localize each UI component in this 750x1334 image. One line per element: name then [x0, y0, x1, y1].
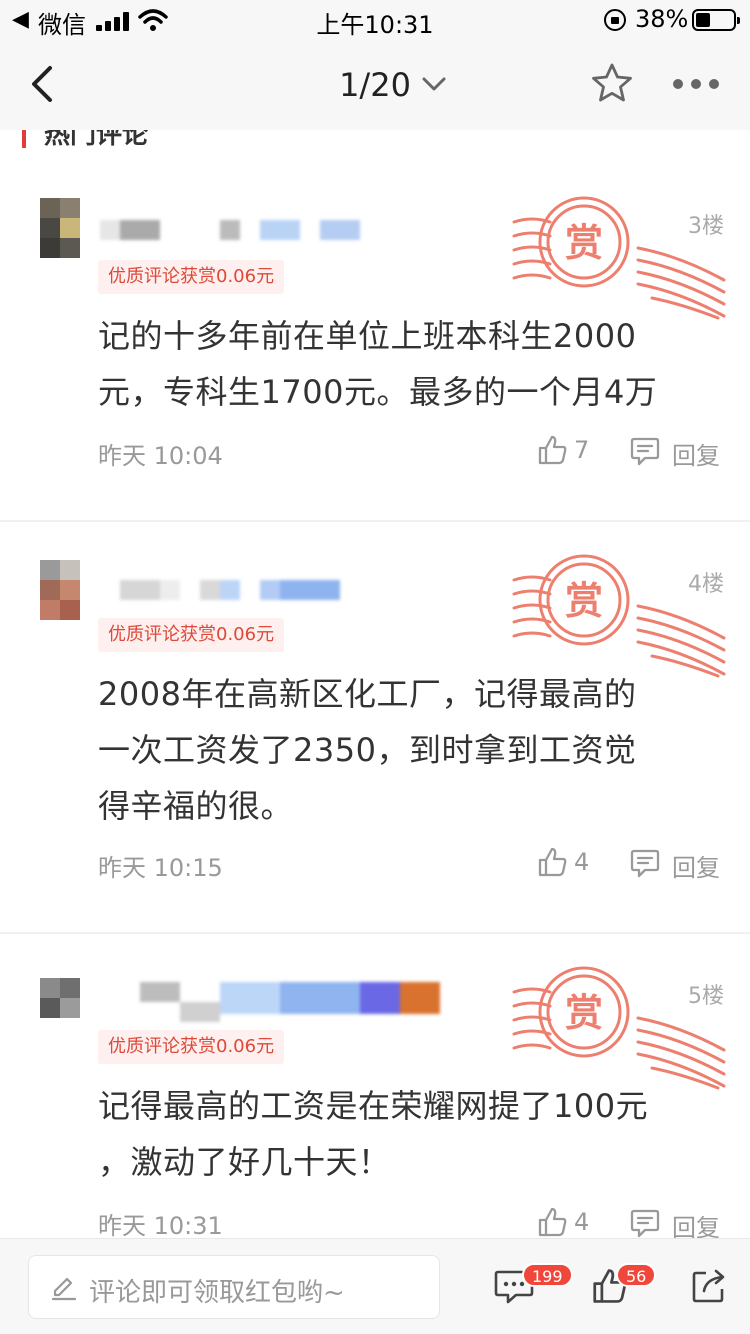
reward-badge: 优质评论获赏0.06元 [98, 1030, 285, 1064]
comment-line: 得辛福的很。 [98, 787, 294, 825]
battery-icon [692, 9, 740, 31]
comment-line: 元，专科生1700元。最多的一个月4万 [98, 373, 658, 411]
reply-icon[interactable] [630, 848, 660, 878]
chevron-down-icon[interactable] [422, 76, 446, 92]
thumbs-up-icon[interactable] [536, 434, 568, 466]
reply-icon[interactable] [630, 1208, 660, 1238]
reply-button[interactable]: 回复 [672, 436, 720, 471]
nav-bar: 1/20 [0, 40, 750, 130]
avatar[interactable] [40, 198, 80, 258]
like-count[interactable]: 4 [574, 1208, 589, 1236]
status-bar: ◀ 微信 上午10:31 38% [0, 0, 750, 40]
like-count-badge: 56 [616, 1263, 657, 1287]
like-count[interactable]: 4 [574, 848, 589, 876]
stamp-char: 赏 [565, 221, 603, 265]
stamp-char: 赏 [565, 991, 603, 1035]
comment-input-placeholder: 评论即可领取红包哟~ [89, 1278, 345, 1308]
reply-button[interactable]: 回复 [672, 848, 720, 883]
battery-percent: 38% [635, 5, 689, 33]
avatar[interactable] [40, 560, 80, 620]
section-accent-bar [22, 130, 26, 148]
comment-count-badge: 199 [522, 1263, 573, 1287]
comment-line: ，激动了好几十天！ [98, 1143, 391, 1181]
comment-input[interactable]: 评论即可领取红包哟~ [28, 1255, 440, 1319]
comment-text: 2008年在高新区化工厂，记得最高的 一次工资发了2350，到时拿到工资觉 得辛… [98, 666, 698, 834]
avatar[interactable] [40, 978, 80, 1038]
like-count[interactable]: 7 [574, 436, 589, 464]
username-blurred[interactable] [100, 580, 350, 600]
comment-line: 一次工资发了2350，到时拿到工资觉 [98, 731, 637, 769]
comment-time: 昨天 10:04 [98, 442, 223, 470]
share-icon[interactable] [690, 1267, 728, 1305]
thumbs-up-icon[interactable] [536, 846, 568, 878]
reply-icon[interactable] [630, 436, 660, 466]
comment-line: 记得最高的工资是在荣耀网提了100元 [98, 1087, 649, 1125]
reward-stamp-icon: 赏 [512, 966, 726, 1090]
pencil-icon [51, 1277, 77, 1301]
stamp-char: 赏 [565, 579, 603, 623]
page-indicator[interactable]: 1/20 [0, 66, 750, 104]
comment-text: 记的十多年前在单位上班本科生2000 元，专科生1700元。最多的一个月4万 [98, 308, 698, 420]
section-title: 热门评论 [44, 130, 149, 150]
divider [0, 520, 750, 522]
reward-stamp-icon: 赏 [512, 196, 726, 320]
comment-text: 记得最高的工资是在荣耀网提了100元 ，激动了好几十天！ [98, 1078, 698, 1190]
bottom-bar: 评论即可领取红包哟~ 199 56 [0, 1238, 750, 1334]
divider [0, 932, 750, 934]
comment-line: 2008年在高新区化工厂，记得最高的 [98, 675, 637, 713]
comment-time: 昨天 10:15 [98, 854, 223, 882]
comment-line: 记的十多年前在单位上班本科生2000 [98, 317, 637, 355]
comment-time: 昨天 10:31 [98, 1212, 223, 1240]
reward-badge: 优质评论获赏0.06元 [98, 260, 285, 294]
username-blurred[interactable] [100, 982, 440, 1022]
orientation-lock-icon [604, 9, 626, 31]
star-icon[interactable] [590, 62, 634, 104]
more-icon[interactable] [672, 78, 720, 90]
reward-stamp-icon: 赏 [512, 554, 726, 678]
username-blurred[interactable] [100, 220, 390, 240]
thumbs-up-icon[interactable] [536, 1206, 568, 1238]
section-header: 热门评论 [0, 130, 750, 152]
reward-badge: 优质评论获赏0.06元 [98, 618, 285, 652]
